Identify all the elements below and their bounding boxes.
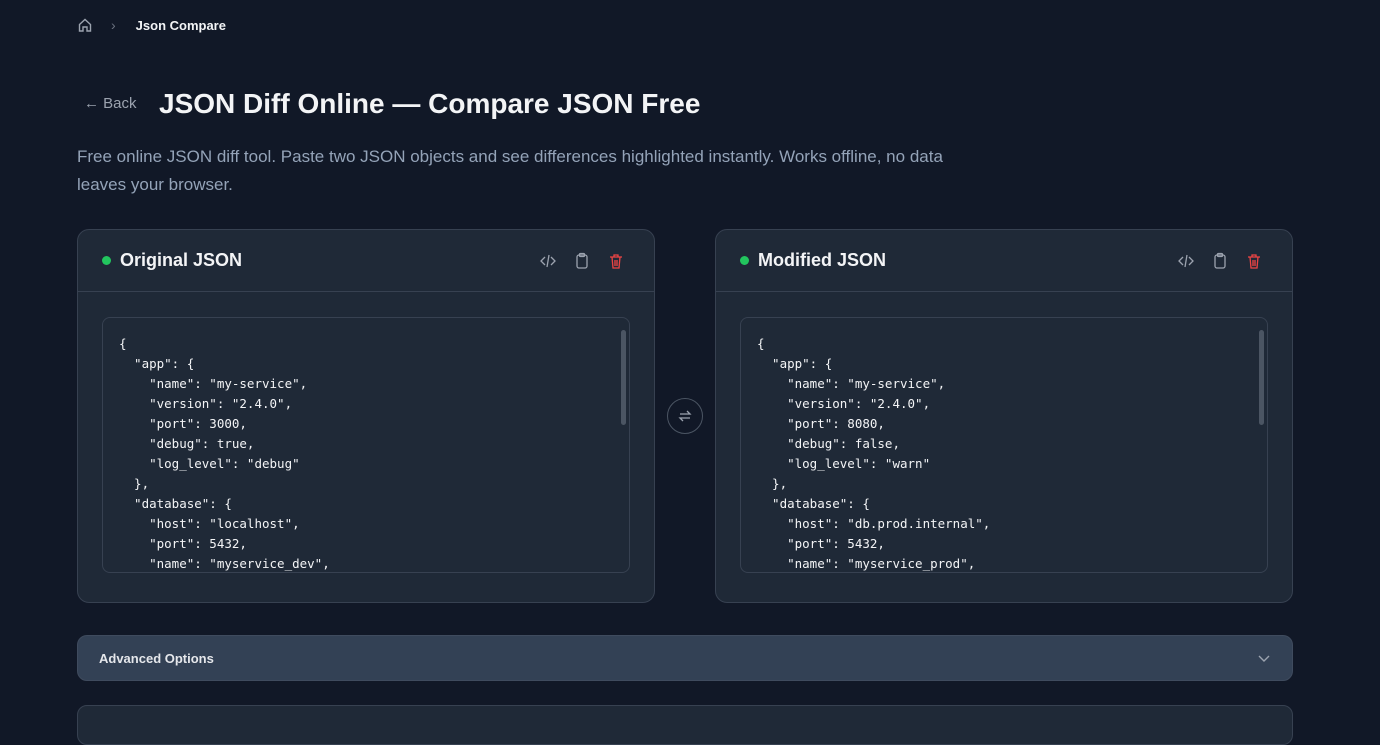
panel-title: Original JSON bbox=[120, 250, 243, 270]
advanced-options-label: Advanced Options bbox=[99, 650, 214, 666]
back-link[interactable]: ← Back bbox=[84, 95, 137, 112]
original-json-panel: Original JSON { "app": { "name": "my-ser… bbox=[77, 229, 655, 603]
breadcrumb-current: Json Compare bbox=[135, 17, 226, 33]
home-icon[interactable] bbox=[77, 17, 93, 33]
swap-icon bbox=[678, 410, 692, 422]
original-json-text[interactable]: { "app": { "name": "my-service", "versio… bbox=[103, 318, 629, 572]
chevron-down-icon bbox=[1258, 655, 1270, 662]
status-dot bbox=[102, 256, 111, 265]
page-description: Free online JSON diff tool. Paste two JS… bbox=[77, 147, 943, 194]
results-panel bbox=[77, 705, 1293, 745]
swap-button[interactable] bbox=[667, 398, 703, 434]
page-title: JSON Diff Online — Compare JSON Free bbox=[159, 88, 701, 119]
modified-json-editor[interactable]: { "app": { "name": "my-service", "versio… bbox=[740, 317, 1268, 573]
trash-icon[interactable] bbox=[606, 251, 626, 271]
clipboard-icon[interactable] bbox=[1210, 251, 1230, 271]
chevron-right-icon: › bbox=[111, 17, 116, 33]
format-code-icon[interactable] bbox=[1176, 251, 1196, 271]
clipboard-icon[interactable] bbox=[572, 251, 592, 271]
panel-title: Modified JSON bbox=[758, 250, 887, 270]
scrollbar[interactable] bbox=[1259, 330, 1264, 425]
modified-json-text[interactable]: { "app": { "name": "my-service", "versio… bbox=[741, 318, 1267, 572]
trash-icon[interactable] bbox=[1244, 251, 1264, 271]
scrollbar[interactable] bbox=[621, 330, 626, 425]
format-code-icon[interactable] bbox=[538, 251, 558, 271]
breadcrumb: › Json Compare bbox=[77, 17, 226, 33]
status-dot bbox=[740, 256, 749, 265]
advanced-options-toggle[interactable]: Advanced Options bbox=[77, 635, 1293, 681]
modified-json-panel: Modified JSON { "app": { "name": "my-ser… bbox=[715, 229, 1293, 603]
original-json-editor[interactable]: { "app": { "name": "my-service", "versio… bbox=[102, 317, 630, 573]
